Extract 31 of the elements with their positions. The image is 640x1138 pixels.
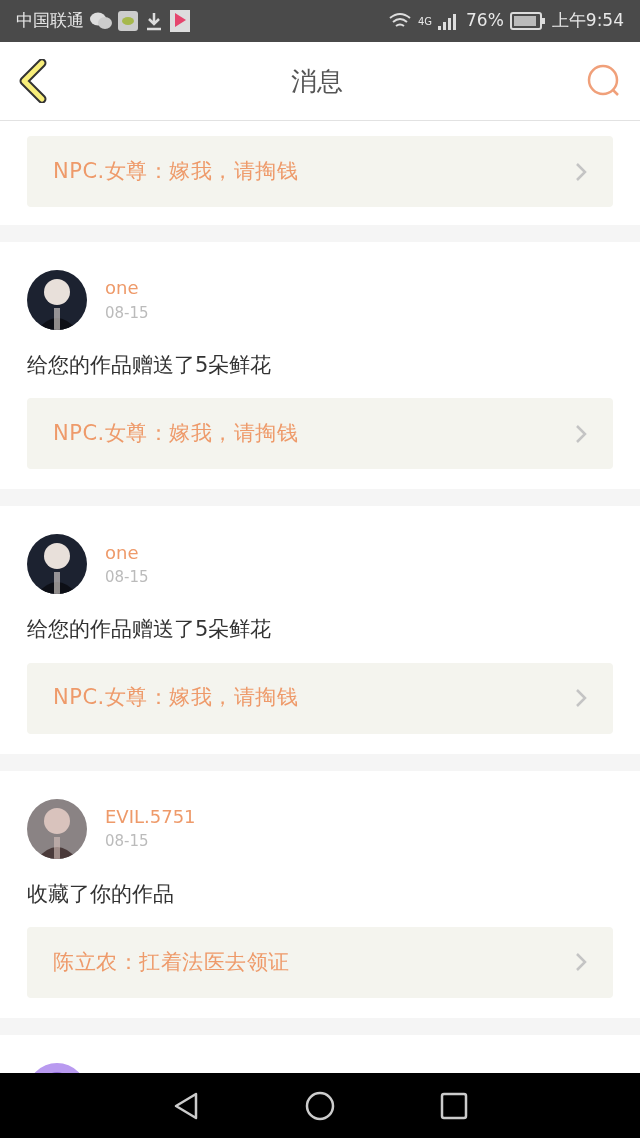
chevron-right-icon bbox=[575, 952, 587, 973]
chevron-right-icon bbox=[575, 161, 587, 182]
user-name[interactable]: one bbox=[105, 277, 149, 300]
quoted-work-link[interactable]: NPC.女尊：嫁我，请掏钱 bbox=[27, 662, 613, 734]
user-name[interactable]: one bbox=[105, 541, 149, 565]
date: 08-15 bbox=[105, 832, 150, 852]
app-icon bbox=[118, 11, 138, 31]
download-icon bbox=[144, 11, 164, 31]
quoted-work-link[interactable]: 陈立农：扛着法医去领证 bbox=[27, 926, 613, 998]
user-name[interactable]: EVIL.5751 bbox=[105, 805, 196, 829]
date: 08-15 bbox=[105, 568, 149, 587]
date: 08-15 bbox=[105, 303, 149, 323]
quoted-work-link[interactable]: NPC.女尊：嫁我，请掏钱 bbox=[27, 398, 613, 470]
video-app-icon bbox=[170, 10, 190, 32]
message-text: 给您的作品赠送了5朵鲜花 bbox=[27, 616, 273, 643]
wifi-icon bbox=[387, 12, 412, 30]
carrier: 中国联通 bbox=[16, 9, 84, 33]
back-icon[interactable] bbox=[18, 59, 48, 103]
battery-percent: 76% bbox=[466, 9, 504, 33]
quoted-work-link[interactable]: NPC.女尊：嫁我，请掏钱 bbox=[27, 136, 613, 207]
message-text: 给您的作品赠送了5朵鲜花 bbox=[27, 352, 273, 379]
chat-icon bbox=[90, 12, 112, 30]
battery-icon bbox=[509, 12, 546, 30]
message-text: 收藏了你的作品 bbox=[27, 880, 175, 907]
recents-nav-icon[interactable] bbox=[439, 1091, 468, 1120]
network-type: 4G bbox=[417, 15, 432, 30]
home-nav-icon[interactable] bbox=[305, 1090, 335, 1121]
page-title: 消息 bbox=[291, 64, 343, 98]
chevron-right-icon bbox=[575, 423, 587, 444]
clock: 上午9:54 bbox=[551, 9, 624, 33]
chevron-right-icon bbox=[575, 688, 587, 708]
